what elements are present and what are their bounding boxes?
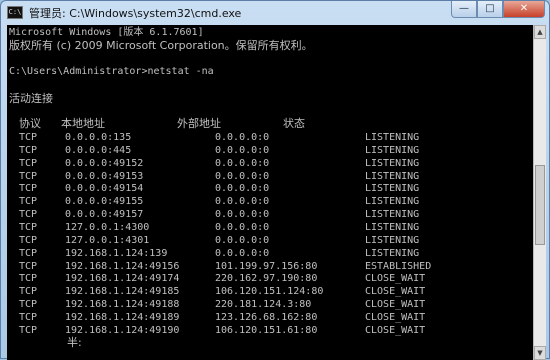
cell-local: 192.168.1.124:49174 xyxy=(65,273,180,285)
section-title: 活动连接 xyxy=(9,92,53,105)
cell-state: LISTENING xyxy=(365,196,420,208)
copyright-line: 版权所有 (c) 2009 Microsoft Corporation。保留所有… xyxy=(9,39,313,52)
header-protocol: 协议 xyxy=(19,117,41,130)
minimize-button[interactable]: — xyxy=(451,1,477,18)
scroll-down-arrow-icon[interactable]: ▼ xyxy=(534,346,546,360)
cell-local: 0.0.0.0:49155 xyxy=(65,196,144,208)
cell-state: LISTENING xyxy=(365,144,420,156)
cell-proto: TCP xyxy=(19,247,38,259)
cell-state: LISTENING xyxy=(365,234,420,246)
cell-foreign: 0.0.0.0:0 xyxy=(215,196,270,208)
cell-foreign: 106.120.151.61:80 xyxy=(215,324,318,336)
cell-state: LISTENING xyxy=(365,221,420,233)
cell-proto: TCP xyxy=(19,183,38,195)
prompt-line: C:\Users\Administrator>netstat -na xyxy=(9,66,214,77)
version-line: Microsoft Windows [版本 6.1.7601] xyxy=(9,27,204,38)
ime-status: 半: xyxy=(67,336,82,349)
cell-state: ESTABLISHED xyxy=(365,260,432,272)
cell-state: CLOSE_WAIT xyxy=(365,311,426,323)
cell-proto: TCP xyxy=(19,273,38,285)
cell-state: LISTENING xyxy=(365,132,420,143)
title-bar[interactable]: C:\ 管理员: C:\Windows\system32\cmd.exe — □… xyxy=(1,1,549,25)
cell-proto: TCP xyxy=(19,234,38,246)
cell-foreign: 0.0.0.0:0 xyxy=(215,209,270,221)
close-button[interactable]: ✕ xyxy=(503,1,545,18)
cell-proto: TCP xyxy=(19,311,38,323)
cell-proto: TCP xyxy=(19,132,38,143)
maximize-button[interactable]: □ xyxy=(477,1,503,18)
cell-state: LISTENING xyxy=(365,183,420,195)
window-title: 管理员: C:\Windows\system32\cmd.exe xyxy=(29,7,242,20)
cell-local: 192.168.1.124:49189 xyxy=(65,311,180,323)
cell-proto: TCP xyxy=(19,221,38,233)
cell-foreign: 220.181.124.3:80 xyxy=(215,299,312,311)
cell-foreign: 0.0.0.0:0 xyxy=(215,183,270,195)
vertical-scrollbar[interactable]: ▲ ▼ xyxy=(533,25,546,360)
cell-local: 0.0.0.0:49152 xyxy=(65,157,144,169)
cell-state: CLOSE_WAIT xyxy=(365,299,426,311)
cell-state: CLOSE_WAIT xyxy=(365,324,426,336)
cell-proto: TCP xyxy=(19,170,38,182)
cell-state: LISTENING xyxy=(365,170,420,182)
cell-proto: TCP xyxy=(19,209,38,221)
cell-proto: TCP xyxy=(19,196,38,208)
cell-local: 127.0.0.1:4300 xyxy=(65,221,150,233)
cmd-window: C:\ 管理员: C:\Windows\system32\cmd.exe — □… xyxy=(0,0,550,360)
scroll-thumb[interactable] xyxy=(535,165,545,245)
cell-state: CLOSE_WAIT xyxy=(365,273,426,285)
scroll-up-arrow-icon[interactable]: ▲ xyxy=(534,25,546,39)
cell-proto: TCP xyxy=(19,157,38,169)
cell-proto: TCP xyxy=(19,299,38,311)
cell-local: 192.168.1.124:139 xyxy=(65,247,168,259)
cell-local: 192.168.1.124:49185 xyxy=(65,286,180,298)
cell-local: 127.0.0.1:4301 xyxy=(65,234,150,246)
cell-foreign: 0.0.0.0:0 xyxy=(215,247,270,259)
header-foreign-address: 外部地址 xyxy=(177,117,221,130)
cell-foreign: 0.0.0.0:0 xyxy=(215,132,270,143)
cmd-icon: C:\ xyxy=(7,6,23,19)
cell-state: CLOSE_WAIT xyxy=(365,286,426,298)
console-output[interactable]: Microsoft Windows [版本 6.1.7601] 版权所有 (c)… xyxy=(7,25,533,360)
cell-local: 192.168.1.124:49188 xyxy=(65,299,180,311)
cell-foreign: 106.120.151.124:80 xyxy=(215,286,324,298)
cell-state: LISTENING xyxy=(365,157,420,169)
cell-proto: TCP xyxy=(19,286,38,298)
cell-foreign: 101.199.97.156:80 xyxy=(215,260,318,272)
cell-local: 192.168.1.124:49190 xyxy=(65,324,180,336)
window-controls: — □ ✕ xyxy=(451,1,545,21)
cell-foreign: 220.162.97.190:80 xyxy=(215,273,318,285)
cell-proto: TCP xyxy=(19,324,38,336)
cell-state: LISTENING xyxy=(365,247,420,259)
cell-foreign: 123.126.68.162:80 xyxy=(215,311,318,323)
cell-proto: TCP xyxy=(19,260,38,272)
cell-local: 0.0.0.0:49157 xyxy=(65,209,144,221)
cell-local: 192.168.1.124:49156 xyxy=(65,260,180,272)
cell-foreign: 0.0.0.0:0 xyxy=(215,170,270,182)
cell-local: 0.0.0.0:135 xyxy=(65,132,132,143)
cell-foreign: 0.0.0.0:0 xyxy=(215,221,270,233)
header-local-address: 本地地址 xyxy=(61,117,105,130)
cell-state: LISTENING xyxy=(365,209,420,221)
cell-foreign: 0.0.0.0:0 xyxy=(215,157,270,169)
cell-local: 0.0.0.0:49154 xyxy=(65,183,144,195)
cell-local: 0.0.0.0:445 xyxy=(65,144,132,156)
cell-foreign: 0.0.0.0:0 xyxy=(215,234,270,246)
header-state: 状态 xyxy=(283,117,305,130)
cell-local: 0.0.0.0:49153 xyxy=(65,170,144,182)
cell-proto: TCP xyxy=(19,144,38,156)
cell-foreign: 0.0.0.0:0 xyxy=(215,144,270,156)
